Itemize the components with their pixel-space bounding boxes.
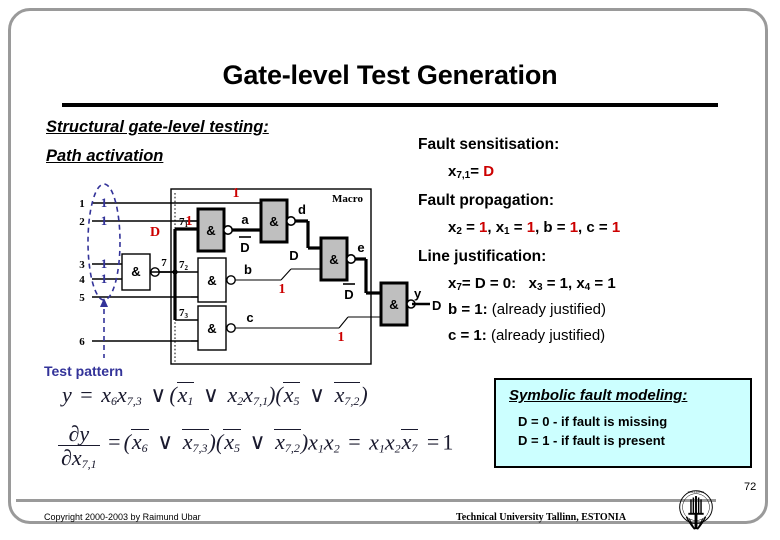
gate-and-c-symbol: &: [207, 321, 216, 336]
svg-text:D: D: [240, 240, 249, 255]
gate-and-a-symbol: &: [206, 223, 215, 238]
fp-val-1: 1: [526, 219, 536, 236]
test-pattern-value-4: 1: [101, 271, 108, 286]
gate-and-b-bubble: [226, 275, 236, 285]
lj3-rhs: (already justified): [490, 327, 606, 344]
symbolic-box-line-2: D = 1 - if fault is present: [518, 433, 666, 448]
title-divider: [62, 103, 718, 107]
fp-val-0: 1: [479, 219, 488, 236]
formula-boolean-derivative: ∂y ∂x7,1 = (x6 ∨ x7,3)(x5 ∨ x7,2)x1x2 = x…: [58, 420, 453, 471]
fs-var-sub: 7,1: [456, 170, 471, 181]
fp-val-3: 1: [611, 219, 621, 236]
fp-sub-0: 2: [456, 226, 462, 237]
fp-var-1: x: [495, 219, 505, 236]
fanout-stem-label: 7: [161, 257, 167, 269]
gate-and-d-bubble: [286, 215, 297, 226]
fp-term-1: x1 = 1: [495, 219, 536, 237]
input-label-3: 3: [79, 259, 85, 271]
fp-sub-1: 1: [504, 226, 510, 237]
input-label-6: 6: [79, 336, 85, 348]
signal-value-c: 1: [338, 330, 345, 345]
svg-text:TALLINNA: TALLINNA: [688, 490, 705, 494]
fp-val-2: 1: [569, 219, 579, 236]
line-justification-line-1: x7= D = 0: x3 = 1, x4 = 1: [448, 275, 616, 293]
macro-label: Macro: [332, 193, 363, 205]
input-label-1: 1: [79, 198, 85, 210]
signal-value-D-mid: D: [289, 248, 298, 263]
signal-value-not-D-a: D: [239, 236, 251, 255]
gate-d-input-value: 1: [233, 186, 240, 201]
fp-term-3: c = 1: [586, 219, 621, 236]
line-justification-line-2: b = 1: (already justified): [448, 301, 606, 318]
fs-value: D: [483, 163, 495, 180]
fault-sensitisation-value: x7,1= D: [448, 163, 494, 181]
lj3-lhs: c = 1:: [448, 327, 487, 344]
gate-and-b-symbol: &: [207, 273, 216, 288]
wire-c: [235, 316, 381, 329]
fanout-branch-label-2: 72: [179, 259, 189, 272]
line-justification-heading: Line justification:: [418, 248, 547, 265]
signal-label-a: a: [241, 212, 249, 227]
fp-term-2: b = 1: [543, 219, 579, 236]
formula-output-function: y = x6x7,3 ∨ (x1 ∨ x2x7,1)(x5 ∨ x7,2): [62, 382, 368, 408]
university-text: Technical University Tallinn, ESTONIA: [456, 512, 627, 523]
signal-value-b: 1: [279, 282, 286, 297]
gate-and-c-bubble: [226, 323, 236, 333]
gate-and-e-symbol: &: [329, 252, 338, 267]
gate-a-input-value: 1: [186, 214, 193, 229]
signal-label-d: d: [298, 202, 306, 217]
page-title: Gate-level Test Generation: [222, 60, 558, 90]
fault-propagation-heading: Fault propagation:: [418, 192, 555, 209]
derivative-denominator: ∂x7,1: [58, 445, 100, 471]
structural-heading: Structural gate-level testing:: [46, 118, 269, 136]
fanout-branch-label-3: 73: [179, 307, 189, 320]
test-pattern-value-3: 1: [101, 256, 108, 271]
path-activation-heading: Path activation: [46, 147, 164, 165]
fp-term-0: x2 = 1: [448, 219, 488, 237]
fault-propagation-values: x2 = 1, x1 = 1, b = 1, c = 1: [448, 219, 621, 237]
lj2-rhs: (already justified): [491, 301, 606, 318]
symbolic-box-title: Symbolic fault modeling:: [509, 387, 688, 404]
derivative-numerator: ∂y: [68, 421, 90, 446]
input-label-2: 2: [79, 216, 85, 228]
line-justification-line-3: c = 1: (already justified): [448, 327, 605, 344]
footer-divider: [16, 499, 716, 502]
signal-label-e: e: [357, 240, 364, 255]
test-pattern-value-1: 1: [101, 195, 108, 210]
page-number: 72: [744, 481, 757, 493]
signal-label-c: c: [246, 310, 253, 325]
copyright-text: Copyright 2000-2003 by Raimund Ubar: [44, 512, 201, 522]
gate-and-x7-symbol: &: [131, 264, 140, 279]
gate-and-d-symbol: &: [269, 214, 278, 229]
circuit-diagram: 1 2 3 4 5 6 1 1 1 1 & 7 71 72 73 D & a 1…: [36, 180, 416, 370]
symbolic-box-line-1: D = 0 - if fault is missing: [518, 414, 668, 429]
input-label-5: 5: [79, 292, 85, 304]
wire-d: [295, 219, 321, 250]
university-seal-logo: TALLINNA: [679, 490, 713, 530]
fault-sensitisation-heading: Fault sensitisation:: [418, 136, 560, 153]
fanout-junction-dot: [172, 269, 178, 275]
wire-e: [355, 257, 381, 295]
fp-var-3: c: [586, 219, 595, 236]
signal-value-not-D-e: D: [343, 283, 355, 302]
gate-and-y-symbol: &: [389, 297, 398, 312]
fs-eq: =: [470, 163, 480, 180]
svg-text:D: D: [344, 287, 353, 302]
circuit-output-tail: y D: [412, 290, 441, 313]
signal-label-b: b: [244, 262, 252, 277]
lj2-lhs: b = 1:: [448, 301, 488, 318]
fp-var-2: b: [543, 219, 553, 236]
symbolic-fault-modeling-box: Symbolic fault modeling: D = 0 - if faul…: [494, 378, 752, 468]
input-label-4: 4: [79, 274, 85, 286]
derivative-fraction: ∂y ∂x7,1: [58, 422, 100, 471]
gate-and-a-bubble: [223, 224, 234, 235]
fault-D-label: D: [150, 225, 160, 240]
test-pattern-value-2: 1: [101, 213, 108, 228]
slide-canvas: Gate-level Test Generation Structural ga…: [0, 0, 780, 540]
output-label-y: y: [414, 290, 422, 301]
output-value-D: D: [432, 298, 441, 313]
gate-and-e-bubble: [345, 254, 356, 265]
